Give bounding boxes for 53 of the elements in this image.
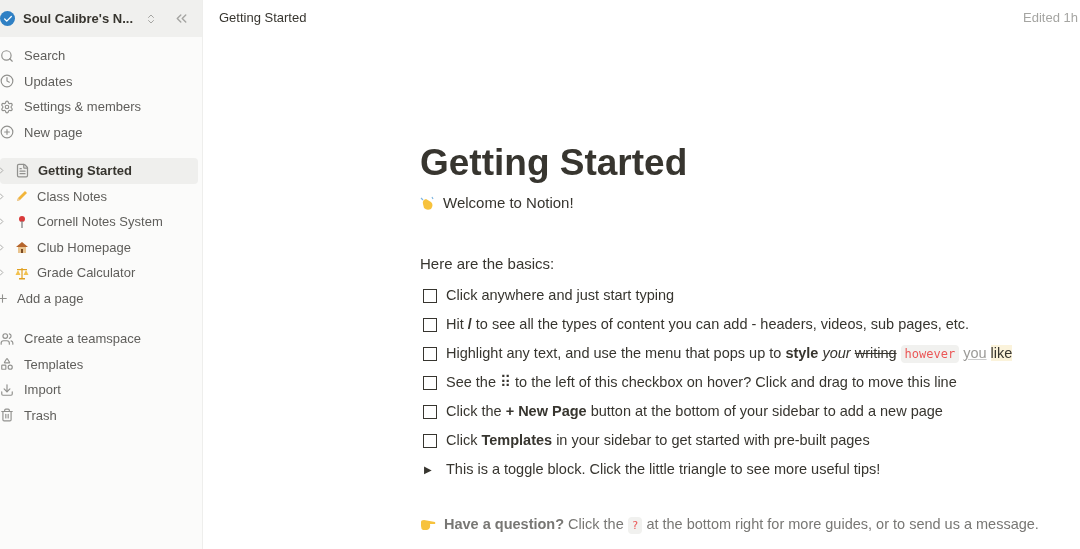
page-title: Getting Started [420,141,689,185]
checkbox[interactable] [423,433,437,448]
search-icon [0,48,14,63]
edited-time: Edited 1h [1023,9,1078,28]
sidebar-action[interactable]: Templates [24,354,84,374]
workspace-name: Soul Calibre's N... [23,9,133,28]
house-icon [15,240,29,255]
add-page-link[interactable]: Add a page [17,288,84,308]
sidebar-action[interactable]: Settings & members [24,97,142,117]
checkbox[interactable] [423,288,437,303]
sidebar-action[interactable]: Create a teamspace [24,329,142,349]
pencil-icon [15,189,29,204]
sidebar-action[interactable]: Trash [24,405,57,425]
intro-text: Here are the basics: [420,253,556,274]
scale-icon [15,265,29,280]
sidebar-page[interactable]: Grade Calculator [0,260,198,286]
waving-hand-icon [420,195,435,211]
clock-icon [0,74,14,89]
welcome-text: Welcome to Notion! [443,193,574,213]
sidebar-action[interactable]: New page [24,122,83,142]
switch-icon [145,12,157,25]
checkbox[interactable] [423,317,437,332]
todo-text: Hit / to see all the types of content you can add - headers, videos, sub pages, etc. [446,314,970,334]
breadcrumb[interactable]: Getting Started [219,8,307,28]
people-icon [0,331,14,346]
shapes-icon [0,357,14,372]
todo-text: Click Templates in your sidebar to get started with pre-built pages [446,430,870,450]
plus-icon [0,291,9,305]
checkbox[interactable] [423,375,437,390]
toggle-arrow[interactable]: ▶ [424,462,438,477]
sidebar-page[interactable]: Club Homepage [0,234,198,260]
plus-circle-icon [0,125,14,140]
check-icon [0,11,15,26]
todo-text: See the ⠿ to the left of this checkbox on hover? Click and drag to move this line [446,372,957,392]
trash-icon [0,408,14,423]
checkbox[interactable] [423,346,437,361]
checkbox[interactable] [423,404,437,419]
sidebar-action[interactable]: Search [24,46,66,66]
todo-text: Click the + New Page button at the bottom of your sidebar to add a new page [446,401,943,421]
sidebar-action[interactable]: Updates [24,71,73,91]
pointing-hand-icon [420,518,436,531]
sidebar-page[interactable]: Cornell Notes System [0,209,198,235]
question-text: Have a question? Click the ? at the bottom right for more guides, or to send us a message. [444,515,1039,536]
download-icon [0,382,14,397]
sidebar-page[interactable]: Getting Started [0,158,198,184]
sidebar-action[interactable]: Import [24,380,61,400]
todo-text: Click anywhere and just start typing [446,285,675,305]
settings-icon [0,99,14,114]
todo-text: Highlight any text, and use the menu that pops up to style your writing however you like [446,343,1013,365]
workspace-switcher[interactable]: Soul Calibre's N... [0,0,202,37]
sidebar-page[interactable]: Class Notes [0,183,198,209]
toggle-text: This is a toggle block. Click the little triangle to see more useful tips! [446,459,881,479]
document-icon [15,163,30,179]
